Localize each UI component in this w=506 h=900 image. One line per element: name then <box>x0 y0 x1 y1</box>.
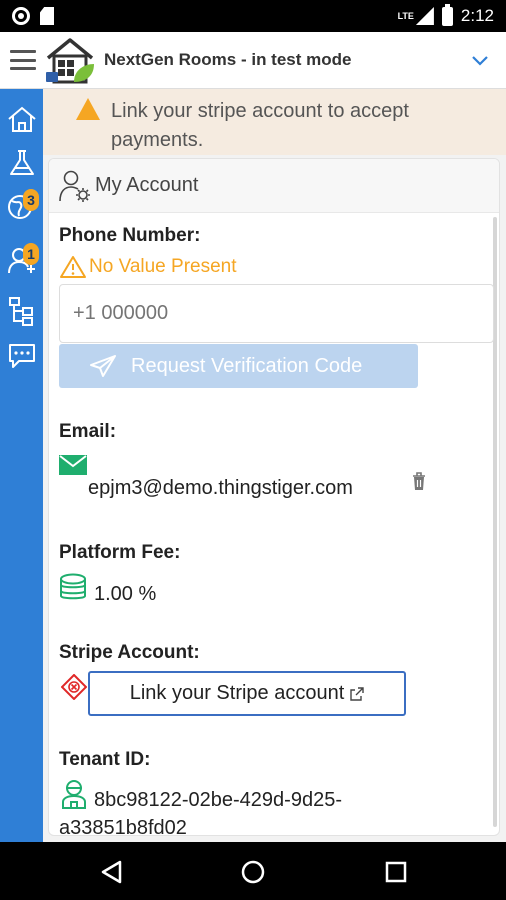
recents-icon[interactable] <box>385 861 407 883</box>
side-rail: 3 1 <box>0 89 43 842</box>
warning-text: Link your stripe account to accept payme… <box>111 100 409 151</box>
phone-input[interactable] <box>59 284 494 343</box>
app-title: NextGen Rooms - in test mode <box>104 50 352 69</box>
tenant-id-line1: 8bc98122-02be-429d-9d25- <box>94 789 342 811</box>
coins-icon <box>60 573 86 600</box>
warning-icon <box>76 98 100 120</box>
battery-icon <box>441 3 453 26</box>
rail-item-home[interactable] <box>0 99 43 139</box>
phone-status-text: No Value Present <box>89 256 237 277</box>
phone-status: No Value Present <box>59 255 237 279</box>
email-label: Email: <box>59 421 117 442</box>
app-logo <box>46 38 94 84</box>
request-verification-label: Request Verification Code <box>131 354 363 377</box>
app-header: NextGen Rooms - in test mode <box>0 32 506 89</box>
back-icon[interactable] <box>100 860 122 884</box>
envelope-icon <box>59 455 87 475</box>
clock: 2:12 <box>460 6 494 25</box>
rail-item-messages[interactable] <box>0 336 43 376</box>
menu-icon[interactable] <box>10 50 36 70</box>
flask-icon <box>9 150 34 175</box>
link-stripe-label: Link your Stripe account <box>129 682 345 704</box>
navigation-bar <box>0 842 506 900</box>
card-title: My Account <box>95 174 199 196</box>
tenant-id-line2: a33851b8fd02 <box>59 817 187 836</box>
status-bar: LTE 2:12 <box>0 0 506 32</box>
stripe-warning-banner: Link your stripe account to accept payme… <box>43 89 506 155</box>
link-stripe-button[interactable]: Link your Stripe account <box>88 671 406 716</box>
hierarchy-icon <box>8 297 33 326</box>
account-card: My Account Phone Number: No Value Presen… <box>48 158 500 836</box>
notification-badge: 1 <box>23 243 39 265</box>
send-icon <box>90 355 116 377</box>
platform-fee-value: 1.00 % <box>94 583 157 605</box>
rail-item-hierarchy[interactable] <box>0 291 43 331</box>
stripe-label: Stripe Account: <box>59 642 200 663</box>
rail-item-users[interactable]: 1 <box>0 241 43 281</box>
home-circle-icon[interactable] <box>241 860 265 884</box>
card-header: My Account <box>49 159 499 213</box>
phone-label: Phone Number: <box>59 225 201 246</box>
warning-outline-icon <box>60 256 86 278</box>
chevron-down-icon[interactable] <box>470 50 490 70</box>
user-badge-icon <box>62 780 86 809</box>
email-value: epjm3@demo.thingstiger.com <box>88 477 353 499</box>
error-diamond-icon <box>61 674 87 700</box>
trash-icon[interactable] <box>411 471 427 491</box>
rail-item-network[interactable]: 3 <box>0 187 43 227</box>
chrome-icon <box>12 7 30 25</box>
home-icon <box>7 106 36 132</box>
request-verification-button[interactable]: Request Verification Code <box>59 344 418 388</box>
external-link-icon <box>350 686 364 701</box>
notification-badge: 3 <box>23 189 39 211</box>
user-settings-icon <box>59 170 90 202</box>
network-type: LTE <box>397 11 414 21</box>
chat-icon <box>8 344 35 368</box>
tenant-label: Tenant ID: <box>59 749 151 770</box>
signal-icon <box>415 7 434 25</box>
sd-card-icon <box>40 7 54 25</box>
rail-item-lab[interactable] <box>0 143 43 183</box>
platform-fee-label: Platform Fee: <box>59 542 181 563</box>
